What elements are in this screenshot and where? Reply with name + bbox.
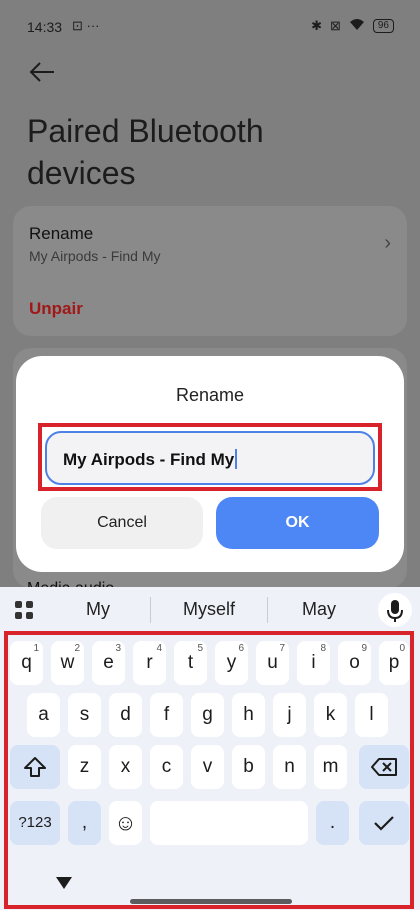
device-name-value: My Airpods - Find My (63, 449, 238, 470)
key-g[interactable]: g (191, 693, 224, 737)
suggestion-1[interactable]: My (53, 599, 143, 620)
key-n[interactable]: n (273, 745, 306, 789)
key-c[interactable]: c (150, 745, 183, 789)
key-j[interactable]: j (273, 693, 306, 737)
key-r[interactable]: r4 (133, 641, 166, 685)
gesture-bar[interactable] (130, 899, 292, 904)
apps-grid-icon[interactable] (14, 600, 34, 620)
sim-off-icon: ⊠ (329, 18, 341, 33)
key-h[interactable]: h (232, 693, 265, 737)
key-b[interactable]: b (232, 745, 265, 789)
status-bar: 14:33 ⊡ ··· ✱ ⊠ 96 (0, 0, 420, 56)
key-d[interactable]: d (109, 693, 142, 737)
dialog-title: Rename (175, 385, 245, 405)
key-a[interactable]: a (27, 693, 60, 737)
key-i[interactable]: i8 (297, 641, 330, 685)
keyboard: My Myself May q1 w2 e3 r4 t5 y6 u7 i8 o9… (0, 587, 420, 910)
key-s[interactable]: s (68, 693, 101, 737)
backspace-icon (371, 757, 397, 776)
key-y[interactable]: y6 (215, 641, 248, 685)
key-m[interactable]: m (314, 745, 347, 789)
checkmark-icon (374, 816, 394, 831)
suggestion-divider (267, 597, 268, 623)
status-right-icons: ✱ ⊠ 96 (311, 18, 394, 34)
hide-keyboard-icon[interactable] (55, 876, 73, 890)
key-p[interactable]: p0 (379, 641, 409, 685)
period-key[interactable]: . (316, 801, 349, 845)
text-cursor (235, 449, 238, 469)
key-f[interactable]: f (150, 693, 183, 737)
back-arrow-icon[interactable] (28, 60, 56, 84)
suggestion-divider (150, 597, 151, 623)
microphone-button[interactable] (378, 593, 412, 627)
key-l[interactable]: l (355, 693, 388, 737)
chevron-right-icon: › (384, 232, 391, 254)
shift-icon (24, 756, 46, 777)
cancel-button[interactable]: Cancel (41, 497, 203, 549)
rename-dialog: Rename My Airpods - Find My Cancel OK (16, 356, 404, 572)
microphone-icon (387, 600, 403, 622)
ok-button[interactable]: OK (216, 497, 379, 549)
key-x[interactable]: x (109, 745, 142, 789)
shift-key[interactable] (10, 745, 60, 789)
key-v[interactable]: v (191, 745, 224, 789)
suggestion-bar: My Myself May (0, 587, 420, 633)
suggestion-2[interactable]: Myself (164, 599, 254, 620)
rename-row-label[interactable]: Rename (29, 224, 93, 244)
suggestion-3[interactable]: May (274, 599, 364, 620)
spacebar[interactable] (150, 801, 308, 845)
key-t[interactable]: t5 (174, 641, 207, 685)
backspace-key[interactable] (359, 745, 409, 789)
emoji-key[interactable]: ☺ (109, 801, 142, 845)
notification-icons: ⊡ ··· (72, 18, 100, 33)
key-u[interactable]: u7 (256, 641, 289, 685)
unpair-button[interactable]: Unpair (29, 299, 83, 319)
comma-key[interactable]: , (68, 801, 101, 845)
done-key[interactable] (359, 801, 409, 845)
rename-row-value: My Airpods - Find My (29, 248, 161, 264)
key-q[interactable]: q1 (10, 641, 43, 685)
wifi-icon (349, 18, 365, 34)
key-k[interactable]: k (314, 693, 347, 737)
key-w[interactable]: w2 (51, 641, 84, 685)
page-title: Paired Bluetooth devices (27, 113, 264, 191)
status-time: 14:33 (27, 19, 63, 35)
key-e[interactable]: e3 (92, 641, 125, 685)
bluetooth-icon: ✱ (311, 18, 322, 33)
device-name-input[interactable]: My Airpods - Find My (45, 431, 375, 485)
key-z[interactable]: z (68, 745, 101, 789)
key-o[interactable]: o9 (338, 641, 371, 685)
symbols-key[interactable]: ?123 (10, 801, 60, 845)
device-settings-card: Rename My Airpods - Find My › Unpair (13, 206, 407, 336)
battery-icon: 96 (372, 19, 394, 33)
